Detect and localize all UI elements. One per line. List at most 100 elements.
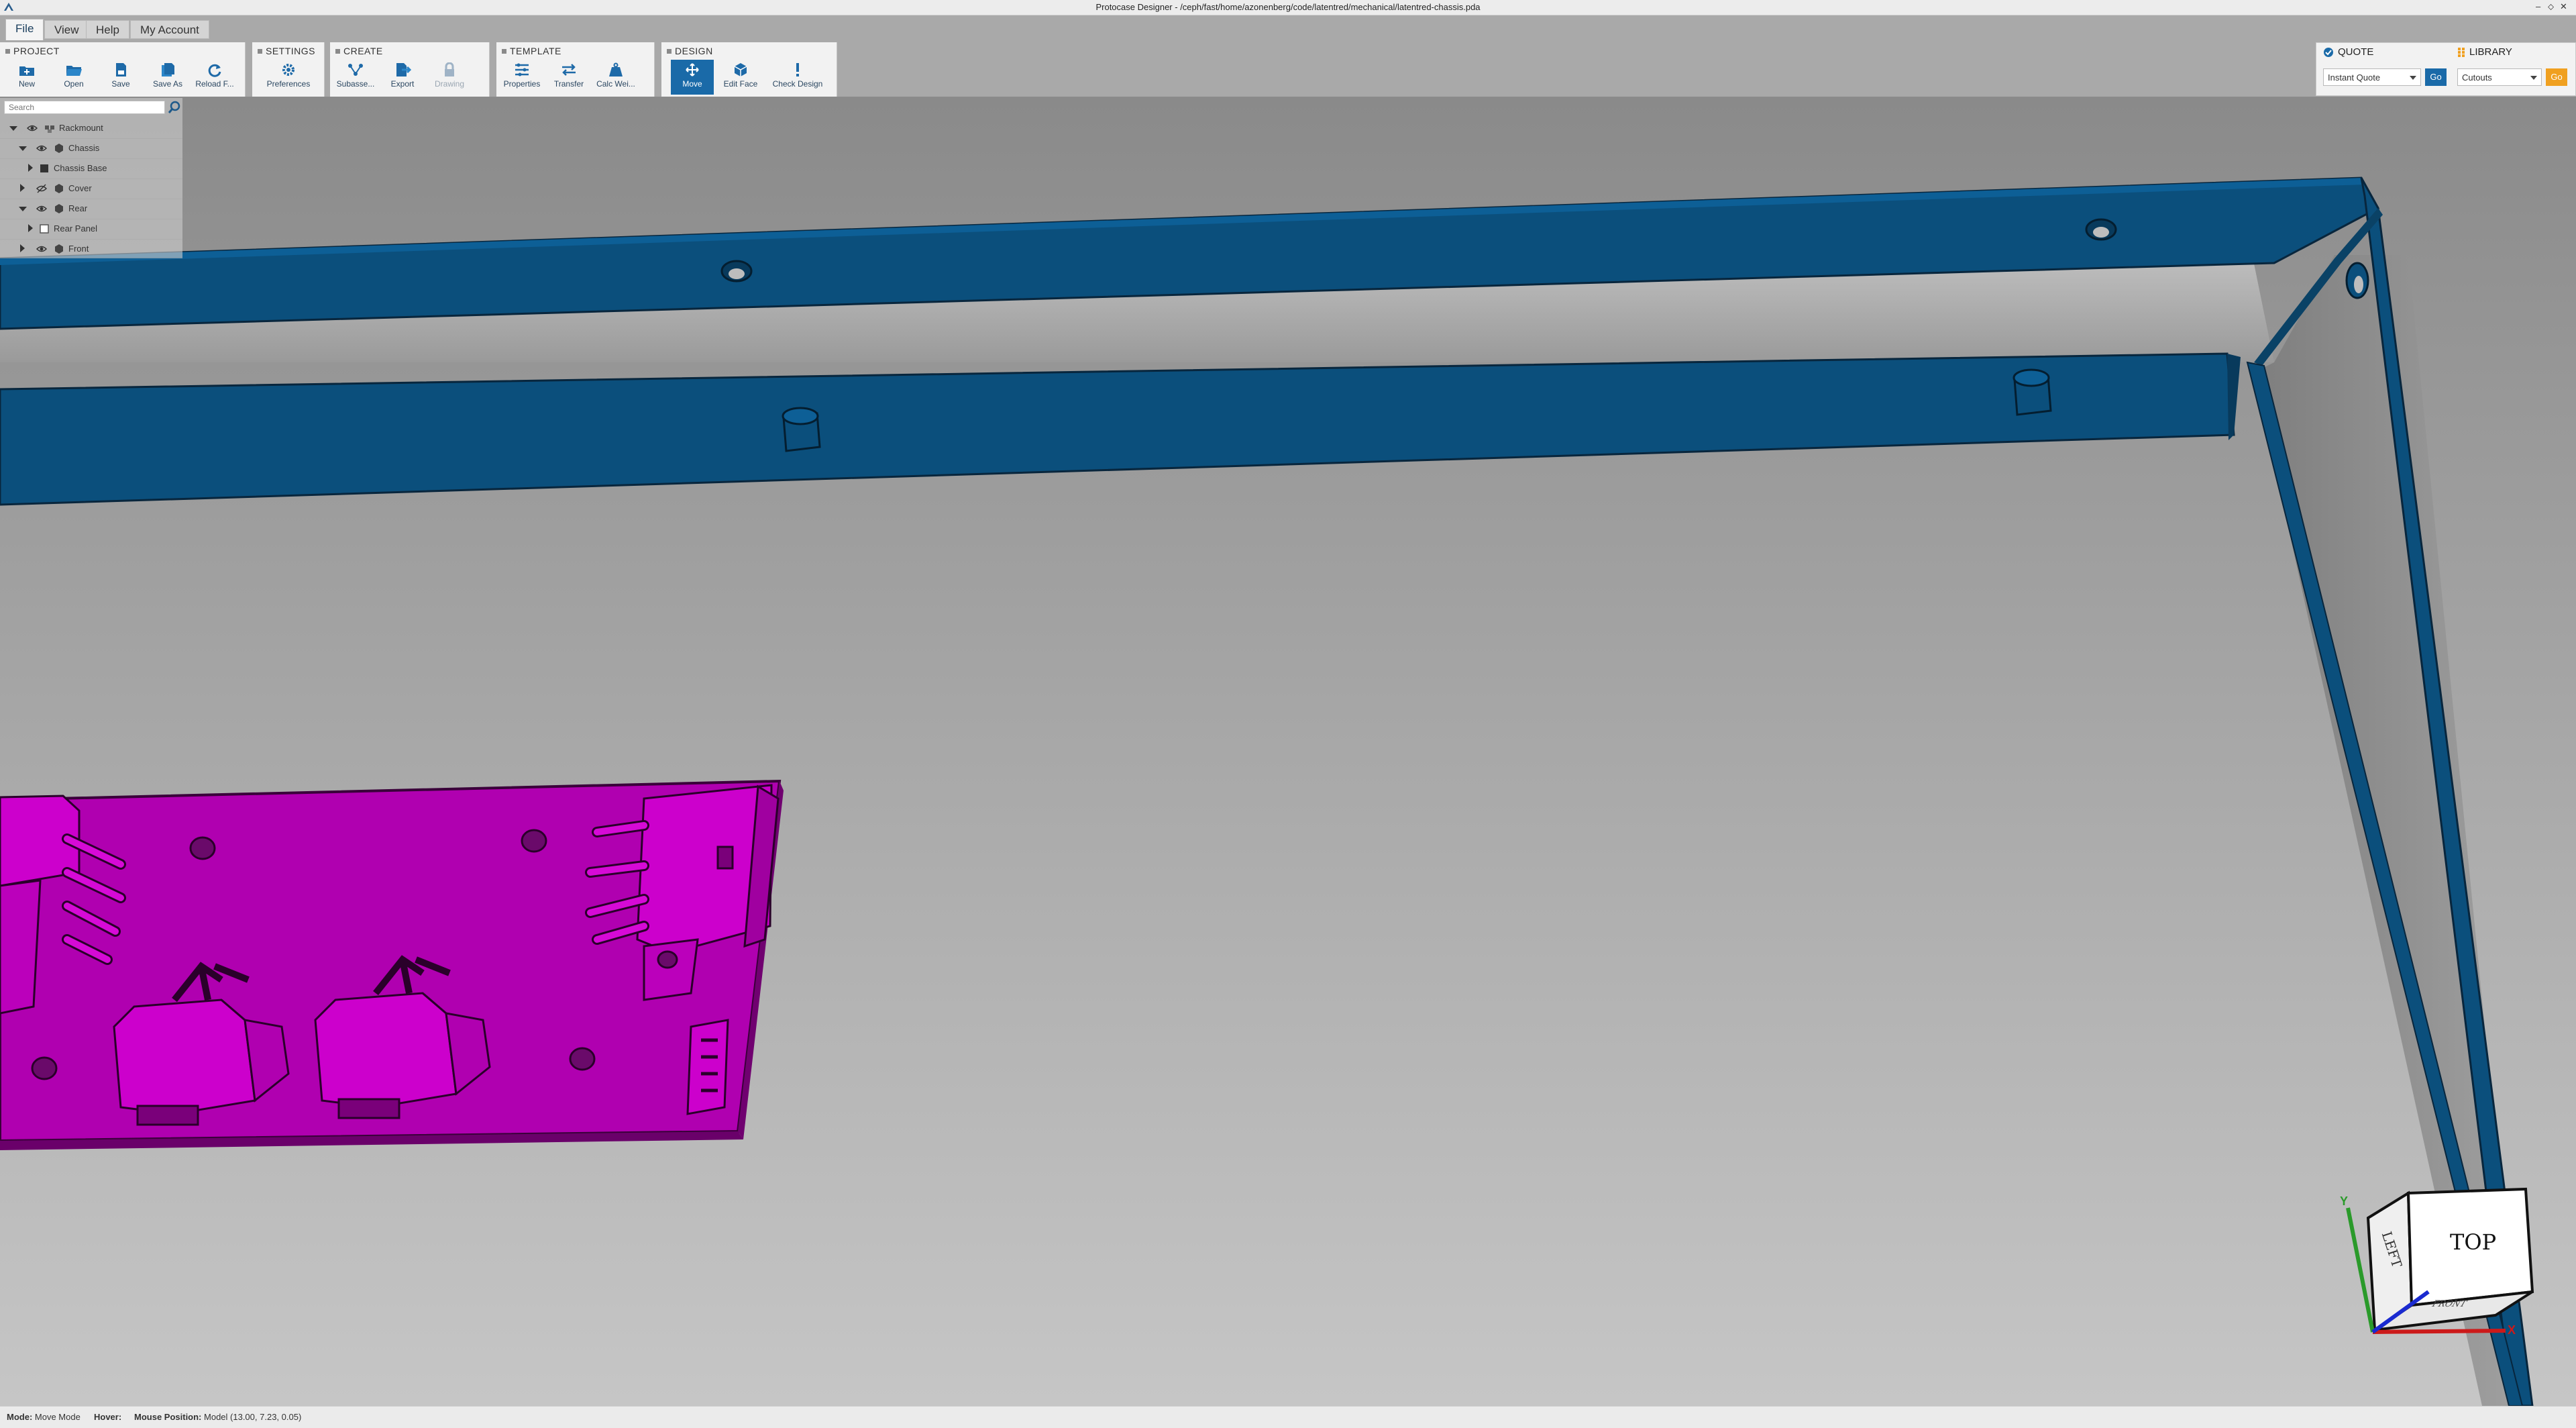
tree-item-rear-panel[interactable]: Rear Panel — [0, 219, 182, 240]
tree-item-label: Front — [68, 244, 89, 254]
quote-go-button[interactable]: Go — [2425, 68, 2447, 86]
cube-icon — [734, 63, 747, 76]
title-bar: Protocase Designer - /ceph/fast/home/azo… — [0, 0, 2576, 15]
panel-icon — [40, 224, 49, 234]
preferences-button[interactable]: Preferences — [262, 60, 315, 95]
reload-icon — [208, 64, 221, 77]
chevron-down-icon[interactable] — [9, 126, 17, 131]
edit-face-button[interactable]: Edit Face — [719, 60, 762, 95]
status-hover: Hover: — [94, 1407, 121, 1428]
tree-item-chassis-base[interactable]: Chassis Base — [0, 158, 182, 179]
tool-label: Open — [64, 79, 84, 89]
maximize-icon[interactable]: ⬦ — [2548, 1, 2554, 12]
chevron-down-icon[interactable] — [19, 146, 27, 151]
project-tree-panel: Rackmount Chassis Chassis Base Cover Rea… — [0, 98, 182, 258]
new-folder-icon — [19, 66, 34, 76]
standoff — [782, 407, 821, 452]
status-mouse-value: Model (13.00, 7.23, 0.05) — [204, 1412, 302, 1422]
search-icon[interactable] — [168, 101, 181, 114]
group-label: TEMPLATE — [502, 46, 561, 56]
view-cube-front-label[interactable]: FRONT — [2430, 1299, 2469, 1309]
status-hover-label: Hover: — [94, 1412, 122, 1422]
eye-icon[interactable] — [36, 143, 47, 154]
tree-item-rackmount[interactable]: Rackmount — [0, 118, 182, 139]
ribbon-group-create: CREATE Subasse... Export Drawing — [330, 42, 490, 97]
properties-button[interactable]: Properties — [500, 60, 543, 95]
tool-label: Save — [111, 79, 130, 89]
close-icon[interactable]: ✕ — [2560, 1, 2567, 12]
status-mode: Mode: Move Mode — [7, 1407, 80, 1428]
subassembly-button[interactable]: Subasse... — [334, 60, 377, 95]
tool-label: Transfer — [553, 79, 584, 89]
tab-file[interactable]: File — [5, 19, 44, 40]
chevron-down-icon — [2530, 76, 2537, 80]
open-button[interactable]: Open — [52, 60, 95, 95]
quote-type-value: Instant Quote — [2328, 72, 2381, 83]
open-folder-icon — [66, 66, 82, 76]
part-icon — [55, 144, 63, 153]
tool-label: Move — [682, 79, 702, 89]
solid-icon — [40, 164, 48, 172]
chevron-right-icon[interactable] — [28, 164, 33, 172]
tree-search-input[interactable] — [4, 101, 165, 114]
ribbon-group-template: TEMPLATE Properties Transfer Calc Wei... — [496, 42, 655, 97]
part-icon — [55, 244, 63, 254]
eye-icon[interactable] — [27, 123, 38, 134]
export-button[interactable]: Export — [381, 60, 424, 95]
ribbon-group-project: PROJECT New Open Save Save As Reload F..… — [0, 42, 246, 97]
check-design-button[interactable]: Check Design — [767, 60, 828, 95]
3d-viewport[interactable] — [0, 97, 2576, 1406]
part-icon — [55, 184, 63, 193]
tool-label: Preferences — [266, 79, 311, 89]
tool-label: Export — [390, 79, 415, 89]
save-as-button[interactable]: Save As — [146, 60, 189, 95]
library-header: LIBRARY — [2469, 46, 2512, 58]
tool-label: Save As — [152, 79, 183, 89]
tool-label: Subasse... — [336, 79, 375, 89]
axis-x-label: X — [2508, 1323, 2516, 1337]
tree-item-front[interactable]: Front — [0, 239, 182, 258]
tool-label: Check Design — [772, 79, 823, 89]
tree-item-cover[interactable]: Cover — [0, 178, 182, 199]
subassembly-icon — [348, 64, 363, 76]
chevron-right-icon[interactable] — [28, 224, 33, 232]
gear-icon — [282, 64, 294, 76]
tree-item-rear[interactable]: Rear — [0, 199, 182, 219]
quote-type-select[interactable]: Instant Quote — [2323, 68, 2421, 86]
new-button[interactable]: New — [5, 60, 48, 95]
tool-label: Edit Face — [723, 79, 758, 89]
ribbon-toolbar: PROJECT New Open Save Save As Reload F..… — [0, 42, 837, 97]
eye-icon[interactable] — [36, 203, 47, 214]
tab-view[interactable]: View — [44, 20, 89, 39]
tab-my-account[interactable]: My Account — [130, 20, 209, 39]
save-button[interactable]: Save — [99, 60, 142, 95]
ribbon-group-design: DESIGN Move Edit Face Check Design — [661, 42, 837, 97]
chevron-right-icon[interactable] — [20, 184, 25, 192]
tool-label: New — [18, 79, 35, 89]
move-button[interactable]: Move — [671, 60, 714, 95]
chevron-down-icon[interactable] — [19, 207, 27, 211]
menu-bar: File View Help My Account — [0, 15, 2576, 42]
exclamation-icon — [796, 63, 799, 76]
tab-help[interactable]: Help — [86, 20, 129, 39]
library-go-button[interactable]: Go — [2546, 68, 2567, 86]
chevron-right-icon[interactable] — [20, 244, 25, 252]
weight-icon — [609, 62, 623, 76]
status-mouse-label: Mouse Position: — [134, 1412, 202, 1422]
minimize-icon[interactable]: – — [2536, 1, 2540, 11]
window-title: Protocase Designer - /ceph/fast/home/azo… — [1095, 2, 1481, 12]
tool-label: Reload F... — [195, 79, 234, 89]
tree-item-chassis[interactable]: Chassis — [0, 138, 182, 159]
eye-off-icon[interactable] — [36, 183, 47, 194]
calc-weight-button[interactable]: Calc Wei... — [594, 60, 637, 95]
ribbon-group-settings: SETTINGS Preferences — [252, 42, 325, 97]
reload-button[interactable]: Reload F... — [193, 60, 236, 95]
library-select[interactable]: Cutouts — [2457, 68, 2542, 86]
eye-icon[interactable] — [36, 244, 47, 254]
tree-item-label: Chassis Base — [54, 163, 107, 173]
view-cube-top-label[interactable]: TOP — [2450, 1229, 2496, 1255]
transfer-button[interactable]: Transfer — [547, 60, 590, 95]
pcb-board[interactable] — [0, 779, 784, 1150]
part-icon — [55, 204, 63, 213]
drawing-button[interactable]: Drawing — [428, 60, 471, 95]
